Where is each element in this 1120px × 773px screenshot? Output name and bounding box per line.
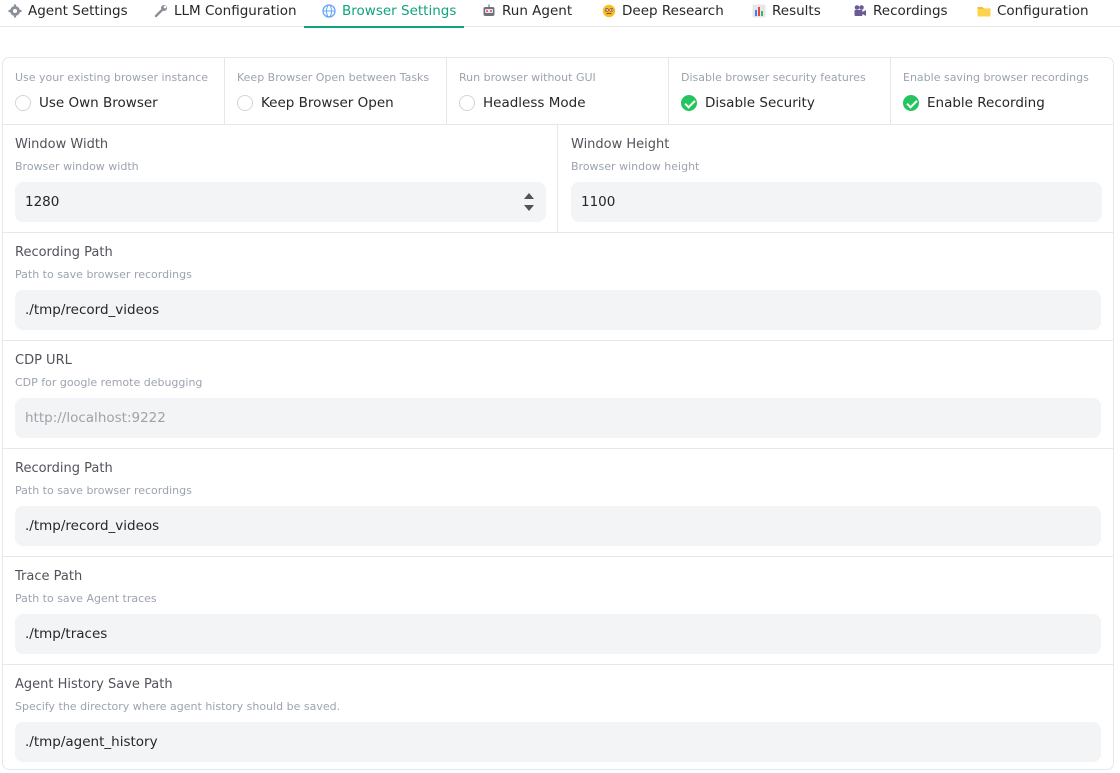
- trace-path-info: Path to save Agent traces: [15, 592, 157, 605]
- trace-path-block: Trace Path Path to save Agent traces: [3, 557, 1113, 664]
- recording-path-input[interactable]: [15, 290, 1101, 330]
- checkbox-box[interactable]: [459, 95, 475, 111]
- tab-deep-research[interactable]: Deep Research: [602, 0, 724, 27]
- recording-path-label: Recording Path: [15, 245, 113, 260]
- browser-settings-panel: Use your existing browser instance Use O…: [2, 57, 1114, 770]
- checkbox-info: Run browser without GUI: [459, 71, 596, 84]
- tab-agent-settings[interactable]: Agent Settings: [8, 0, 128, 27]
- tab-label: Run Agent: [502, 2, 573, 19]
- recording-path-block-2: Recording Path Path to save browser reco…: [3, 449, 1113, 556]
- tab-results[interactable]: Results: [752, 0, 821, 27]
- headless-mode-checkbox[interactable]: Headless Mode: [459, 95, 668, 111]
- enable-recording-group: Enable saving browser recordings Enable …: [891, 58, 1113, 125]
- tab-bar: Agent Settings LLM Configuration Browser…: [0, 0, 1120, 28]
- checkbox-label[interactable]: Disable Security: [705, 95, 815, 111]
- tab-run-agent[interactable]: Run Agent: [482, 0, 572, 27]
- tab-label: Configuration: [997, 2, 1089, 19]
- cdp-url-label: CDP URL: [15, 353, 72, 368]
- window-height-input[interactable]: [571, 182, 1102, 222]
- tab-label: Recordings: [873, 2, 948, 19]
- trace-path-input[interactable]: [15, 614, 1101, 654]
- globe-icon: [322, 3, 336, 18]
- window-height-block: Window Height Browser window height: [559, 125, 1113, 232]
- tab-label: Browser Settings: [342, 2, 457, 19]
- gear-icon: [8, 4, 22, 18]
- tab-label: Results: [772, 2, 821, 19]
- checkbox-info: Use your existing browser instance: [15, 71, 209, 84]
- window-height-info: Browser window height: [571, 160, 700, 173]
- checkbox-info: Keep Browser Open between Tasks: [237, 71, 430, 84]
- checkbox-box[interactable]: [237, 95, 253, 111]
- movie-camera-icon: [853, 4, 867, 18]
- window-width-label: Window Width: [15, 137, 109, 152]
- checkbox-label[interactable]: Use Own Browser: [39, 95, 158, 111]
- recording-path-row-2: Recording Path Path to save browser reco…: [3, 449, 1113, 557]
- agent-history-path-row: Agent History Save Path Specify the dire…: [3, 665, 1113, 769]
- cdp-url-input[interactable]: [15, 398, 1101, 438]
- enable-recording-checkbox[interactable]: Enable Recording: [903, 95, 1113, 111]
- keep-browser-open-checkbox[interactable]: Keep Browser Open: [237, 95, 446, 111]
- recording-path-info: Path to save browser recordings: [15, 484, 192, 497]
- window-size-row: Window Width Browser window width Window…: [3, 125, 1113, 233]
- cdp-url-row: CDP URL CDP for google remote debugging: [3, 341, 1113, 449]
- window-width-wrapper: [15, 182, 546, 222]
- recording-path-label: Recording Path: [15, 461, 113, 476]
- checkbox-info: Disable browser security features: [681, 71, 866, 84]
- browser-options-row: Use your existing browser instance Use O…: [3, 58, 1113, 125]
- agent-history-path-info: Specify the directory where agent histor…: [15, 700, 341, 713]
- window-width-info: Browser window width: [15, 160, 139, 173]
- tab-browser-settings[interactable]: Browser Settings: [304, 0, 464, 28]
- checkbox-label[interactable]: Enable Recording: [927, 95, 1045, 111]
- recording-path-info: Path to save browser recordings: [15, 268, 192, 281]
- keep-browser-open-group: Keep Browser Open between Tasks Keep Bro…: [225, 58, 447, 125]
- face-icon: [602, 4, 616, 18]
- stepper-up-icon[interactable]: [524, 193, 534, 199]
- recording-path-row: Recording Path Path to save browser reco…: [3, 233, 1113, 341]
- bar-chart-icon: [752, 4, 766, 18]
- agent-history-path-label: Agent History Save Path: [15, 677, 173, 692]
- window-height-label: Window Height: [571, 137, 670, 152]
- wrench-icon: [154, 4, 168, 18]
- disable-security-group: Disable browser security features Disabl…: [669, 58, 891, 125]
- checkbox-label[interactable]: Headless Mode: [483, 95, 586, 111]
- tab-label: Agent Settings: [28, 2, 128, 19]
- trace-path-row: Trace Path Path to save Agent traces: [3, 557, 1113, 665]
- agent-history-path-block: Agent History Save Path Specify the dire…: [3, 665, 1113, 769]
- tab-configuration[interactable]: Configuration: [977, 0, 1089, 27]
- tab-label: Deep Research: [622, 2, 724, 19]
- folder-icon: [977, 4, 991, 18]
- headless-mode-group: Run browser without GUI Headless Mode: [447, 58, 669, 125]
- use-own-browser-group: Use your existing browser instance Use O…: [3, 58, 225, 125]
- cdp-url-block: CDP URL CDP for google remote debugging: [3, 341, 1113, 448]
- checkbox-info: Enable saving browser recordings: [903, 71, 1089, 84]
- number-stepper[interactable]: [524, 192, 534, 212]
- trace-path-label: Trace Path: [15, 569, 83, 584]
- robot-icon: [482, 4, 496, 18]
- use-own-browser-checkbox[interactable]: Use Own Browser: [15, 95, 224, 111]
- tab-recordings[interactable]: Recordings: [853, 0, 948, 27]
- recording-path-input-2[interactable]: [15, 506, 1101, 546]
- tab-llm-configuration[interactable]: LLM Configuration: [154, 0, 297, 27]
- recording-path-block: Recording Path Path to save browser reco…: [3, 233, 1113, 340]
- agent-history-path-input[interactable]: [15, 722, 1101, 762]
- tab-label: LLM Configuration: [174, 2, 297, 19]
- checkbox-label[interactable]: Keep Browser Open: [261, 95, 394, 111]
- window-width-input[interactable]: [15, 182, 546, 222]
- checkbox-box[interactable]: [681, 95, 697, 111]
- checkbox-box[interactable]: [15, 95, 31, 111]
- disable-security-checkbox[interactable]: Disable Security: [681, 95, 890, 111]
- cdp-url-info: CDP for google remote debugging: [15, 376, 203, 389]
- checkbox-box[interactable]: [903, 95, 919, 111]
- window-width-block: Window Width Browser window width: [3, 125, 558, 232]
- stepper-down-icon[interactable]: [524, 205, 534, 211]
